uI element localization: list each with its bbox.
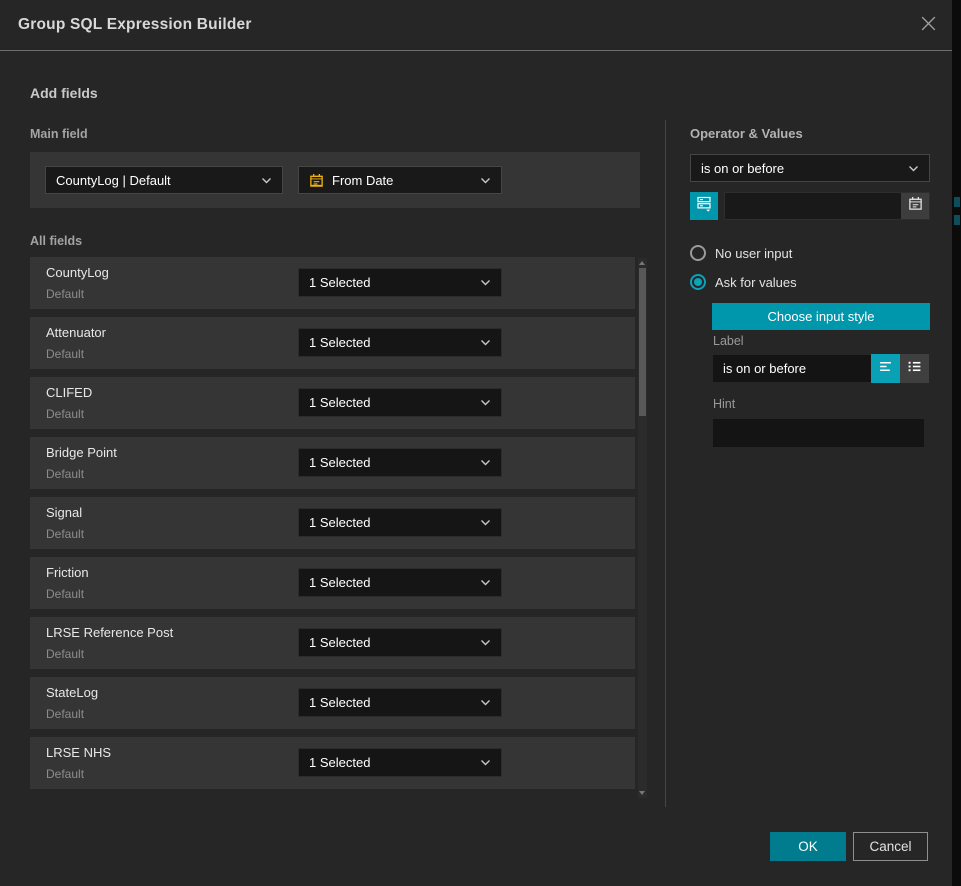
- background-strip: [952, 0, 961, 886]
- value-input-wrap: [724, 192, 930, 220]
- scroll-up-arrow-icon[interactable]: [639, 261, 645, 265]
- group-sql-expression-builder-dialog: Group SQL Expression Builder Add fields …: [0, 0, 952, 886]
- chevron-down-icon: [480, 759, 491, 766]
- field-subtitle: Default: [46, 767, 84, 781]
- field-subtitle: Default: [46, 587, 84, 601]
- radio-no-user-input[interactable]: No user input: [690, 245, 792, 261]
- list-icon: [907, 359, 922, 379]
- cancel-button[interactable]: Cancel: [853, 832, 928, 861]
- chevron-down-icon: [480, 579, 491, 586]
- chevron-down-icon: [480, 459, 491, 466]
- field-name: Attenuator: [46, 325, 106, 340]
- add-fields-heading: Add fields: [30, 85, 98, 101]
- field-values-select[interactable]: 1 Selected: [298, 748, 502, 777]
- field-subtitle: Default: [46, 647, 84, 661]
- label-input-wrap: [713, 355, 871, 382]
- main-field-select-value: From Date: [332, 173, 474, 188]
- align-left-icon: [878, 359, 893, 379]
- radio-circle-unselected: [690, 245, 706, 261]
- chevron-down-icon: [480, 639, 491, 646]
- screen: Group SQL Expression Builder Add fields …: [0, 0, 961, 886]
- field-row-signal: Signal Default 1 Selected: [30, 497, 635, 549]
- background-fragment: [954, 197, 960, 207]
- panel-divider: [665, 120, 666, 807]
- chevron-down-icon: [480, 519, 491, 526]
- field-name: Signal: [46, 505, 82, 520]
- field-row-countylog: CountyLog Default 1 Selected: [30, 257, 635, 309]
- field-subtitle: Default: [46, 407, 84, 421]
- main-field-panel: CountyLog | Default From Date: [30, 152, 640, 208]
- field-subtitle: Default: [46, 527, 84, 541]
- value-input[interactable]: [725, 193, 929, 219]
- dialog-header: Group SQL Expression Builder: [0, 0, 952, 51]
- chevron-down-icon: [480, 177, 491, 184]
- field-subtitle: Default: [46, 467, 84, 481]
- label-input[interactable]: [713, 355, 871, 382]
- hint-input-wrap: [713, 419, 924, 447]
- field-values-select[interactable]: 1 Selected: [298, 328, 502, 357]
- single-line-style-button[interactable]: [871, 354, 900, 383]
- hint-input[interactable]: [713, 419, 924, 447]
- field-row-lrse-reference-post: LRSE Reference Post Default 1 Selected: [30, 617, 635, 669]
- chevron-down-icon: [908, 165, 919, 172]
- list-style-button[interactable]: [900, 354, 929, 383]
- field-name: Bridge Point: [46, 445, 117, 460]
- field-subtitle: Default: [46, 707, 84, 721]
- field-values-select[interactable]: 1 Selected: [298, 508, 502, 537]
- operator-select-value: is on or before: [701, 161, 902, 176]
- field-row-attenuator: Attenuator Default 1 Selected: [30, 317, 635, 369]
- hint-caption: Hint: [713, 397, 735, 411]
- dialog-title: Group SQL Expression Builder: [18, 0, 252, 50]
- field-values-select[interactable]: 1 Selected: [298, 448, 502, 477]
- chevron-down-icon: [480, 279, 491, 286]
- operator-select[interactable]: is on or before: [690, 154, 930, 182]
- scroll-down-arrow-icon[interactable]: [639, 791, 645, 795]
- chevron-down-icon: [480, 339, 491, 346]
- layer-select-value: CountyLog | Default: [56, 173, 255, 188]
- field-values-select[interactable]: 1 Selected: [298, 688, 502, 717]
- main-field-label: Main field: [30, 127, 88, 141]
- field-subtitle: Default: [46, 287, 84, 301]
- field-subtitle: Default: [46, 347, 84, 361]
- stacked-values-icon: [696, 195, 712, 217]
- field-values-select[interactable]: 1 Selected: [298, 568, 502, 597]
- field-name: Friction: [46, 565, 89, 580]
- date-picker-button[interactable]: [901, 193, 929, 219]
- ok-button[interactable]: OK: [770, 832, 846, 861]
- field-name: StateLog: [46, 685, 98, 700]
- field-row-lrse-nhs: LRSE NHS Default 1 Selected: [30, 737, 635, 789]
- label-caption: Label: [713, 334, 744, 348]
- value-type-button[interactable]: [690, 192, 718, 220]
- calendar-icon: [908, 196, 923, 216]
- choose-input-style-button[interactable]: Choose input style: [712, 303, 930, 330]
- field-row-friction: Friction Default 1 Selected: [30, 557, 635, 609]
- field-row-clifed: CLIFED Default 1 Selected: [30, 377, 635, 429]
- field-values-select[interactable]: 1 Selected: [298, 388, 502, 417]
- field-name: CountyLog: [46, 265, 109, 280]
- chevron-down-icon: [480, 399, 491, 406]
- field-values-select[interactable]: 1 Selected: [298, 628, 502, 657]
- close-icon: [919, 14, 938, 38]
- layer-select[interactable]: CountyLog | Default: [45, 166, 283, 194]
- chevron-down-icon: [261, 177, 272, 184]
- field-row-bridge-point: Bridge Point Default 1 Selected: [30, 437, 635, 489]
- scrollbar-thumb[interactable]: [639, 268, 646, 416]
- fields-scrollbar[interactable]: [638, 258, 647, 798]
- main-field-select[interactable]: From Date: [298, 166, 502, 194]
- field-row-statelog: StateLog Default 1 Selected: [30, 677, 635, 729]
- close-button[interactable]: [917, 15, 939, 37]
- radio-ask-for-values[interactable]: Ask for values: [690, 274, 797, 290]
- field-values-select[interactable]: 1 Selected: [298, 268, 502, 297]
- field-name: LRSE Reference Post: [46, 625, 173, 640]
- chevron-down-icon: [480, 699, 491, 706]
- all-fields-list: CountyLog Default 1 Selected Attenuator …: [30, 257, 635, 789]
- background-fragment: [954, 215, 960, 225]
- all-fields-label: All fields: [30, 234, 82, 248]
- field-name: CLIFED: [46, 385, 92, 400]
- field-name: LRSE NHS: [46, 745, 111, 760]
- radio-circle-selected: [690, 274, 706, 290]
- date-field-icon: [309, 173, 324, 188]
- operator-values-heading: Operator & Values: [690, 126, 803, 141]
